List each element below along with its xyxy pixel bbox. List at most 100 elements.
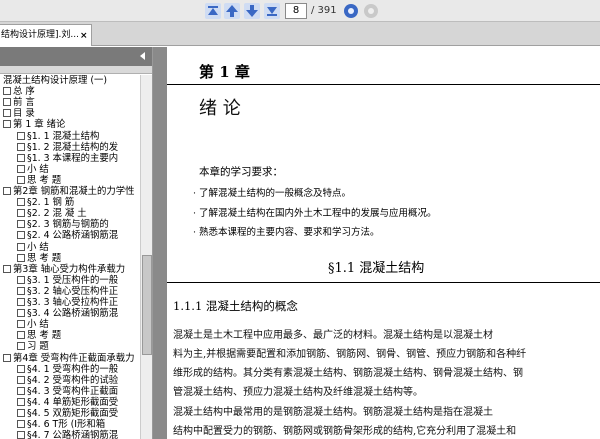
- sidebar-item[interactable]: §4. 6 T形 (I形和箱: [17, 419, 105, 430]
- chapter-rule: [167, 84, 600, 85]
- navigation-toolbar: 8 / 391: [0, 0, 600, 22]
- bookmark-checkbox-icon[interactable]: [17, 253, 25, 262]
- section-title: §1.1 混凝土结构: [328, 261, 425, 276]
- bookmark-checkbox-icon[interactable]: [17, 275, 25, 284]
- document-tab[interactable]: 结构设计原理].刘... ×: [0, 24, 92, 46]
- bookmark-checkbox-icon[interactable]: [17, 431, 25, 439]
- sidebar-item[interactable]: §2. 2 混 凝 土: [17, 208, 87, 219]
- bookmark-checkbox-icon[interactable]: [17, 198, 25, 207]
- sidebar-item[interactable]: §3. 1 受压构件的一般: [17, 275, 118, 286]
- sidebar-item[interactable]: 目 录: [3, 108, 35, 119]
- sidebar-item-label: §4. 5 双筋矩形截面受: [27, 408, 119, 419]
- sidebar-item[interactable]: 小 结: [17, 319, 49, 330]
- sidebar-item[interactable]: §4. 2 受弯构件的试验: [17, 375, 118, 386]
- sidebar-item-label: §2. 1 钢 筋: [27, 197, 75, 209]
- sidebar-item[interactable]: §4. 5 双筋矩形截面受: [17, 408, 118, 419]
- bookmark-checkbox-icon[interactable]: [17, 209, 25, 218]
- sidebar-item[interactable]: 前 言: [3, 97, 35, 108]
- sidebar-item[interactable]: 习 题: [17, 341, 49, 352]
- bookmark-checkbox-icon[interactable]: [17, 375, 25, 384]
- sidebar-item-label: §4. 4 单筋矩形截面受: [27, 396, 119, 408]
- sidebar-item[interactable]: §1. 2 混凝土结构的发: [17, 142, 118, 153]
- sidebar-item[interactable]: 第2章 钢筋和混凝土的力学性: [3, 186, 134, 197]
- collapse-left-icon[interactable]: [140, 52, 145, 60]
- first-page-icon[interactable]: [205, 3, 221, 19]
- sidebar-scroll-thumb[interactable]: [142, 255, 152, 355]
- sidebar-item[interactable]: 第4章 受弯构件正截面承载力: [3, 353, 134, 364]
- bookmark-checkbox-icon[interactable]: [17, 286, 25, 295]
- bookmark-checkbox-icon[interactable]: [17, 342, 25, 351]
- bookmark-checkbox-icon[interactable]: [17, 175, 25, 184]
- sidebar-subheader: [0, 66, 152, 74]
- sidebar-item-label: §4. 1 受弯构件的一般: [27, 363, 119, 375]
- sidebar-item[interactable]: 小 结: [17, 242, 49, 253]
- next-page-icon[interactable]: [244, 3, 260, 19]
- sidebar-item[interactable]: §2. 4 公路桥涵钢筋混: [17, 230, 118, 241]
- bookmark-checkbox-icon[interactable]: [17, 409, 25, 417]
- last-page-icon[interactable]: [264, 3, 280, 19]
- sidebar-item[interactable]: 思 考 题: [17, 253, 61, 264]
- bookmark-checkbox-icon[interactable]: [17, 397, 25, 406]
- sidebar-item[interactable]: 思 考 题: [17, 175, 61, 186]
- bookmark-checkbox-icon[interactable]: [17, 386, 25, 395]
- bookmark-checkbox-icon[interactable]: [17, 164, 25, 173]
- sidebar-item[interactable]: 第 1 章 绪论: [3, 119, 65, 130]
- paragraph-line: 管混凝土结构、预应力混凝土结构及纤维混凝土结构等。: [173, 387, 423, 398]
- bookmark-checkbox-icon[interactable]: [17, 231, 25, 240]
- forward-icon[interactable]: [363, 3, 379, 19]
- bookmark-checkbox-icon[interactable]: [17, 331, 25, 340]
- sidebar-item-label: §4. 3 受弯构件正截面: [27, 385, 119, 397]
- bookmark-checkbox-icon[interactable]: [17, 298, 25, 306]
- close-icon[interactable]: ×: [80, 32, 88, 41]
- bookmark-checkbox-icon[interactable]: [3, 264, 11, 273]
- sidebar-item-label: 习 题: [27, 341, 49, 353]
- bookmark-checkbox-icon[interactable]: [3, 353, 11, 362]
- previous-page-icon[interactable]: [224, 3, 240, 19]
- bookmark-checkbox-icon[interactable]: [3, 120, 11, 129]
- requirement-item: · 了解混凝土结构的一般概念及特点。: [193, 188, 352, 199]
- back-icon[interactable]: [343, 3, 359, 19]
- sidebar-item[interactable]: §3. 2 轴心受压构件正: [17, 286, 118, 297]
- sidebar-item[interactable]: 第3章 轴心受力构件承载力: [3, 264, 125, 275]
- sidebar-item[interactable]: 小 结: [17, 164, 49, 175]
- sidebar-header: [0, 47, 152, 66]
- splitter[interactable]: [153, 47, 167, 439]
- sidebar-item[interactable]: §2. 3 钢筋与钢筋的: [17, 219, 109, 230]
- sidebar-item[interactable]: 总 序: [3, 86, 35, 97]
- bookmark-checkbox-icon[interactable]: [3, 109, 11, 118]
- bookmark-checkbox-icon[interactable]: [17, 364, 25, 373]
- bookmark-checkbox-icon[interactable]: [17, 420, 25, 429]
- sidebar-item[interactable]: §1. 1 混凝土结构: [17, 131, 99, 142]
- sidebar-item-label: 小 结: [27, 241, 49, 253]
- sidebar-item-label: §1. 3 本课程的主要内: [27, 152, 119, 164]
- sidebar-item[interactable]: §3. 4 公路桥涵钢筋混: [17, 308, 118, 319]
- sidebar-item[interactable]: §2. 1 钢 筋: [17, 197, 74, 208]
- bookmark-checkbox-icon[interactable]: [17, 320, 25, 329]
- sidebar-item-label: 第3章 轴心受力构件承载力: [13, 263, 126, 275]
- bookmark-checkbox-icon[interactable]: [17, 131, 25, 140]
- bookmark-checkbox-icon[interactable]: [17, 220, 25, 229]
- sidebar-item[interactable]: §1. 3 本课程的主要内: [17, 153, 118, 164]
- bookmark-checkbox-icon[interactable]: [17, 309, 25, 318]
- sidebar-item-label: §1. 2 混凝土结构的发: [27, 141, 119, 153]
- bookmark-checkbox-icon[interactable]: [3, 87, 11, 96]
- bookmark-checkbox-icon[interactable]: [17, 142, 25, 151]
- bookmark-checkbox-icon[interactable]: [3, 187, 11, 195]
- bookmark-checkbox-icon[interactable]: [3, 98, 11, 107]
- sidebar-scrollbar[interactable]: [140, 75, 152, 439]
- page-number-input[interactable]: 8: [285, 3, 307, 19]
- sidebar-item[interactable]: §4. 3 受弯构件正截面: [17, 386, 118, 397]
- requirement-item: · 熟悉本课程的主要内容、要求和学习方法。: [193, 227, 380, 238]
- bookmark-checkbox-icon[interactable]: [17, 242, 25, 251]
- sidebar-item[interactable]: 思 考 题: [17, 330, 61, 341]
- sidebar-item[interactable]: 混凝土结构设计原理 (一): [3, 75, 107, 86]
- sidebar-item[interactable]: §3. 3 轴心受拉构件正: [17, 297, 118, 308]
- bookmark-checkbox-icon[interactable]: [17, 153, 25, 162]
- sidebar-item-label: §1. 1 混凝土结构: [27, 130, 100, 142]
- chapter-title: 绪 论: [199, 98, 241, 119]
- sidebar-item[interactable]: §4. 7 公路桥涵钢筋混: [17, 430, 118, 439]
- sidebar-item[interactable]: §4. 4 单筋矩形截面受: [17, 397, 118, 408]
- sidebar-item-label: 小 结: [27, 163, 49, 175]
- sidebar-item[interactable]: §4. 1 受弯构件的一般: [17, 364, 118, 375]
- sidebar-item-label: 目 录: [13, 108, 35, 120]
